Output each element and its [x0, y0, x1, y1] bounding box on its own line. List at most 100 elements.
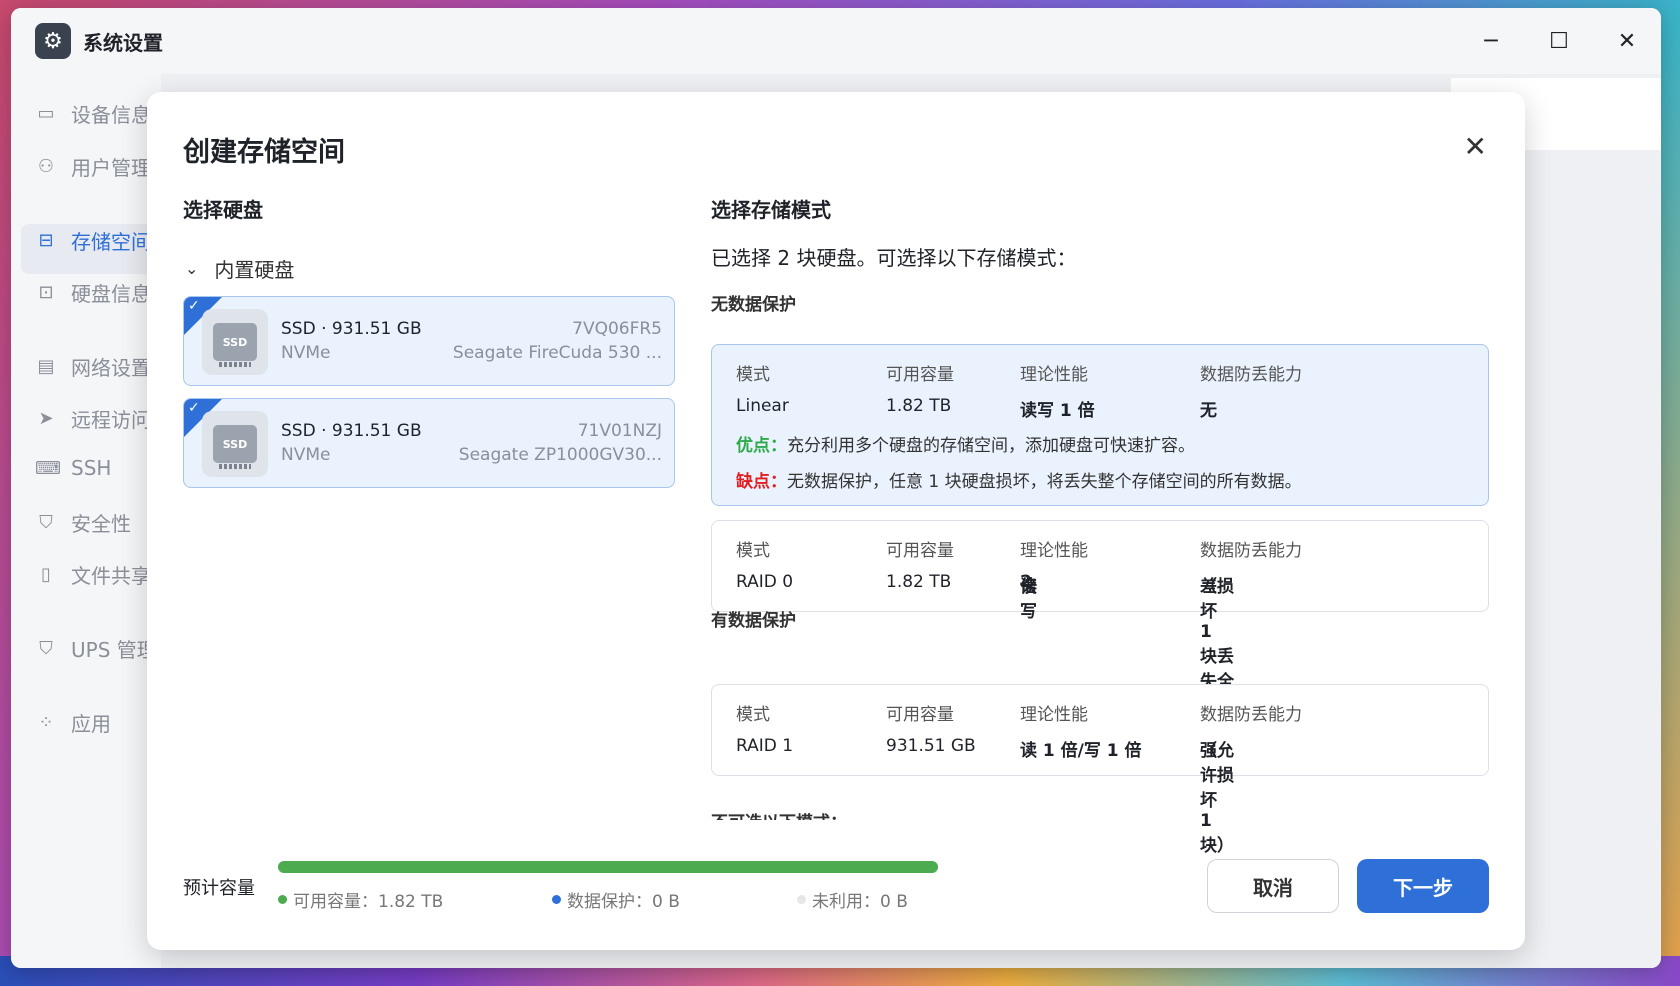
- mode-performance: 读写 1 倍: [1020, 401, 1095, 421]
- window-title: 系统设置: [83, 30, 163, 55]
- mode-capacity: 1.82 TB: [886, 572, 952, 592]
- unavailable-modes-label: 不可选以下模式：: [711, 808, 847, 820]
- sidebar-item-label: SSH: [71, 456, 112, 480]
- sidebar-item-device-info[interactable]: ▭ 设备信息: [35, 99, 151, 128]
- ssd-icon-label: SSD: [213, 323, 257, 367]
- maximize-button[interactable]: ☐: [1525, 8, 1593, 74]
- mode-capacity: 931.51 GB: [886, 736, 976, 756]
- disk-card-1[interactable]: ✓ SSD SSD · 931.51 GB NVMe 7VQ06FR5 Seag…: [183, 296, 675, 386]
- mode-card-raid1[interactable]: 模式 可用容量 理论性能 数据防丢能力 RAID 1 931.51 GB 读 1…: [711, 684, 1489, 856]
- sidebar-item-network[interactable]: ▤ 网络设置: [35, 352, 151, 381]
- perf-suffix: 倍: [1020, 577, 1037, 597]
- mode-card-linear[interactable]: 模式 可用容量 理论性能 数据防丢能力 Linear 1.82 TB 读写 1 …: [711, 344, 1489, 506]
- mode-value-row: RAID 0 1.82 TB 读写 2 倍 差（损坏 1 块丢失全部）: [736, 572, 1464, 717]
- sidebar-item-label: 设备信息: [71, 103, 151, 127]
- sidebar: ▭ 设备信息 ⚇ 用户管理 ⊟ 存储空间 ⊡ 硬盘信息 ▤ 网络设置 ➤ 远程访问 ⌨ SSH…: [11, 74, 161, 968]
- sidebar-item-label: 网络设置: [71, 356, 151, 380]
- disk-type: SSD · 931.51 GB: [281, 421, 422, 441]
- sidebar-item-storage[interactable]: ⊟ 存储空间: [35, 226, 151, 255]
- file-icon: ▯: [41, 564, 51, 585]
- disk-card-2[interactable]: ✓ SSD SSD · 931.51 GB NVMe 71V01NZJ Seag…: [183, 398, 675, 488]
- col-mode: 模式: [736, 705, 770, 725]
- capacity-bar: [278, 861, 938, 873]
- sidebar-item-label: 用户管理: [71, 156, 151, 180]
- group-label: 内置硬盘: [214, 258, 295, 282]
- selection-hint: 已选择 2 块硬盘。可选择以下存储模式：: [711, 246, 1077, 270]
- sidebar-item-remote[interactable]: ➤ 远程访问: [35, 404, 151, 433]
- legend-dot-gray: [797, 895, 806, 904]
- sidebar-item-ssh[interactable]: ⌨ SSH: [35, 456, 111, 480]
- disk-interface: NVMe: [281, 343, 331, 363]
- col-capacity: 可用容量: [886, 541, 954, 561]
- mode-header-row: 模式 可用容量 理论性能 数据防丢能力: [736, 700, 1464, 725]
- legend-dot-green: [278, 895, 287, 904]
- col-performance: 理论性能: [1020, 705, 1088, 725]
- internal-disk-group-toggle[interactable]: ⌄ 内置硬盘: [185, 254, 294, 283]
- sidebar-item-disk-info[interactable]: ⊡ 硬盘信息: [35, 278, 151, 307]
- mode-section-heading: 选择存储模式: [711, 198, 831, 222]
- mode-value-row: RAID 1 931.51 GB 读 1 倍/写 1 倍 强（允许损坏 1 块）: [736, 736, 1464, 856]
- sidebar-item-file-share[interactable]: ▯ 文件共享: [35, 560, 151, 589]
- col-mode: 模式: [736, 541, 770, 561]
- dialog-title: 创建存储空间: [183, 137, 345, 168]
- mode-capacity: 1.82 TB: [886, 396, 952, 416]
- legend-label: 未利用：0 B: [812, 892, 908, 912]
- no-protection-label: 无数据保护: [711, 295, 796, 315]
- mode-card-raid0[interactable]: 模式 可用容量 理论性能 数据防丢能力 RAID 0 1.82 TB 读写 2 …: [711, 520, 1489, 717]
- checkmark-icon: ✓: [188, 400, 200, 416]
- remote-icon: ➤: [38, 408, 54, 429]
- sidebar-item-label: 应用: [71, 712, 111, 736]
- col-safety: 数据防丢能力: [1200, 365, 1302, 385]
- disk-model: Seagate FireCuda 530 ...: [452, 343, 662, 363]
- settings-gear-icon: ⚙: [35, 23, 71, 59]
- device-icon: ▭: [37, 103, 55, 124]
- disk-interface: NVMe: [281, 445, 331, 465]
- user-icon: ⚇: [37, 156, 55, 177]
- sidebar-item-users[interactable]: ⚇ 用户管理: [35, 152, 151, 181]
- next-button[interactable]: 下一步: [1357, 859, 1489, 913]
- sidebar-item-label: 文件共享: [71, 564, 151, 588]
- close-icon[interactable]: ✕: [1464, 130, 1487, 163]
- sidebar-item-label: 硬盘信息: [71, 282, 151, 306]
- sidebar-item-security[interactable]: ⛉ 安全性: [35, 508, 131, 537]
- legend-usable: 可用容量：1.82 TB: [278, 887, 443, 912]
- mode-name: Linear: [736, 396, 789, 416]
- disk-type: SSD · 931.51 GB: [281, 319, 422, 339]
- ssd-icon: SSD: [202, 309, 268, 375]
- cons-text: 无数据保护，任意 1 块硬盘损坏，将丢失整个存储空间的所有数据。: [787, 472, 1302, 492]
- create-storage-dialog: 创建存储空间 ✕ 选择硬盘 ⌄ 内置硬盘 ✓ SSD SSD · 931.51 …: [147, 92, 1525, 950]
- sidebar-item-label: 存储空间: [71, 230, 151, 254]
- mode-name: RAID 0: [736, 572, 794, 592]
- terminal-icon: ⌨: [35, 457, 61, 479]
- sidebar-item-ups[interactable]: ⛉ UPS 管理: [35, 634, 157, 663]
- col-capacity: 可用容量: [886, 365, 954, 385]
- mode-cons: 缺点：无数据保护，任意 1 块硬盘损坏，将丢失整个存储空间的所有数据。: [736, 467, 1302, 492]
- col-safety: 数据防丢能力: [1200, 541, 1302, 561]
- window-controls: ─ ☐ ✕: [1457, 8, 1661, 74]
- mode-value-row: Linear 1.82 TB 读写 1 倍 无: [736, 396, 1464, 421]
- sidebar-item-label: 远程访问: [71, 408, 151, 432]
- ups-icon: ⛉: [39, 638, 53, 659]
- disk-icon: ⊡: [38, 282, 54, 303]
- legend-dot-blue: [552, 895, 561, 904]
- close-window-button[interactable]: ✕: [1593, 8, 1661, 74]
- cancel-button[interactable]: 取消: [1207, 859, 1339, 913]
- legend-label: 数据保护：0 B: [567, 892, 680, 912]
- sidebar-item-label: UPS 管理: [71, 638, 157, 662]
- disk-serial: 7VQ06FR5: [572, 319, 662, 339]
- sidebar-item-apps[interactable]: ⁘ 应用: [35, 708, 111, 737]
- minimize-button[interactable]: ─: [1457, 8, 1525, 74]
- mode-safety: 无: [1200, 401, 1217, 421]
- pros-text: 充分利用多个硬盘的存储空间，添加硬盘可快速扩容。: [787, 436, 1195, 456]
- pros-label: 优点：: [736, 436, 787, 456]
- col-safety: 数据防丢能力: [1200, 705, 1302, 725]
- col-capacity: 可用容量: [886, 705, 954, 725]
- legend-label: 可用容量：1.82 TB: [293, 892, 444, 912]
- title-bar: ⚙ 系统设置 ─ ☐ ✕: [11, 8, 1661, 74]
- capacity-label: 预计容量: [183, 878, 255, 899]
- cons-label: 缺点：: [736, 472, 787, 492]
- col-performance: 理论性能: [1020, 541, 1088, 561]
- disk-section-heading: 选择硬盘: [183, 198, 263, 222]
- ssd-icon: SSD: [202, 411, 268, 477]
- col-mode: 模式: [736, 365, 770, 385]
